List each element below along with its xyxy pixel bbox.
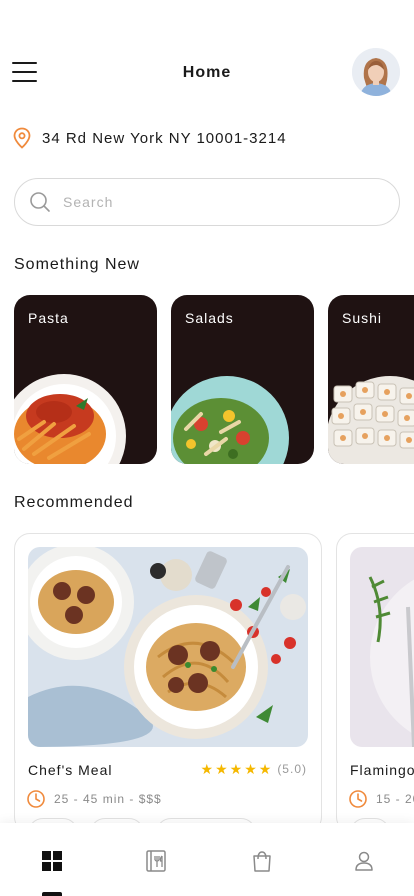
meal-name: Flamingo [350, 762, 414, 778]
header: Home [0, 48, 414, 100]
nav-profile[interactable] [350, 847, 378, 875]
category-card-pasta[interactable]: Pasta [14, 295, 157, 464]
star-icon: ★ [244, 761, 257, 777]
bottom-navigation [0, 823, 414, 896]
category-label: Salads [185, 310, 234, 326]
delivery-time: 25 - 45 min - $$$ [54, 792, 162, 806]
shopping-bag-icon [253, 851, 271, 872]
pasta-image [14, 374, 126, 464]
profile-icon [355, 851, 373, 871]
rating-value: (5.0) [277, 762, 307, 776]
meal-name: Chef's Meal [28, 762, 113, 778]
meal-image [350, 547, 414, 747]
nav-menu[interactable] [142, 847, 170, 875]
nav-home[interactable] [38, 847, 66, 875]
star-icon: ★ [229, 761, 243, 777]
category-card-sushi[interactable]: Sushi [328, 295, 414, 464]
delivery-time: 15 - 20 [376, 792, 414, 806]
section-title-recommended: Recommended [14, 494, 134, 511]
delivery-meta: 15 - 20 [348, 789, 414, 809]
active-tab-indicator [42, 892, 62, 896]
star-icon: ★ [258, 761, 272, 777]
sushi-image [328, 376, 414, 464]
search-icon [30, 192, 50, 212]
category-carousel[interactable]: Pasta Salads Sushi [14, 295, 414, 465]
search-input[interactable] [63, 194, 363, 210]
recommended-card-chefs-meal[interactable]: Chef's Meal ★ ★ ★ ★ ★ (5.0) 25 - 45 min … [14, 533, 322, 833]
grid-icon [42, 851, 62, 871]
salad-image [171, 376, 289, 464]
category-card-salads[interactable]: Salads [171, 295, 314, 464]
recommended-carousel[interactable]: Chef's Meal ★ ★ ★ ★ ★ (5.0) 25 - 45 min … [14, 533, 414, 833]
recommended-card-flamingo[interactable]: Flamingo 15 - 20 [336, 533, 414, 833]
category-label: Sushi [342, 310, 383, 326]
location-pin-icon [13, 127, 31, 149]
clock-icon [349, 790, 367, 808]
section-title-something-new: Something New [14, 256, 140, 273]
rating: ★ ★ ★ ★ ★ (5.0) [199, 762, 308, 776]
address-text: 34 Rd New York NY 10001-3214 [42, 129, 287, 147]
star-icon: ★ [215, 761, 228, 777]
star-icon: ★ [200, 761, 214, 777]
search-bar[interactable] [14, 178, 400, 226]
category-label: Pasta [28, 310, 69, 326]
clock-icon [27, 790, 45, 808]
location-row[interactable]: 34 Rd New York NY 10001-3214 [12, 127, 287, 149]
meal-image [28, 547, 308, 747]
delivery-meta: 25 - 45 min - $$$ [26, 789, 162, 809]
menu-book-icon [146, 850, 166, 872]
nav-cart[interactable] [248, 847, 276, 875]
avatar[interactable] [352, 48, 400, 96]
